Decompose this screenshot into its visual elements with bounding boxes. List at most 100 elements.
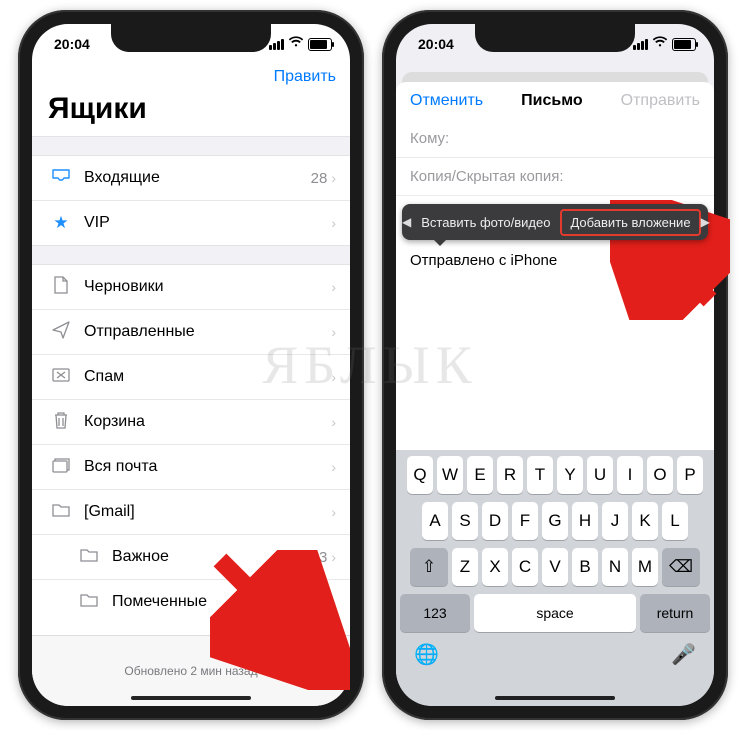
key-p[interactable]: P [677,456,703,494]
mailbox-group-primary: Входящие 28 › ★ VIP › [32,156,350,245]
row-important[interactable]: Важное 3 › [32,535,350,580]
row-drafts[interactable]: Черновики › [32,265,350,310]
spam-icon [48,367,74,387]
row-sent[interactable]: Отправленные › [32,310,350,355]
row-trash[interactable]: Корзина › [32,400,350,445]
row-label: Важное [102,548,319,566]
key-return[interactable]: return [640,594,710,632]
row-label: Спам [74,368,331,386]
notch [111,24,271,52]
tray-icon [48,168,74,188]
row-flagged[interactable]: Помеченные › [32,580,350,624]
menu-prev-icon[interactable]: ◀ [402,215,411,229]
key-o[interactable]: O [647,456,673,494]
key-u[interactable]: U [587,456,613,494]
key-m[interactable]: M [632,548,658,586]
home-indicator [131,696,251,700]
chevron-right-icon: › [331,170,336,186]
key-y[interactable]: Y [557,456,583,494]
row-label: Отправленные [74,323,331,341]
chevron-right-icon: › [331,459,336,475]
key-q[interactable]: Q [407,456,433,494]
edit-button[interactable]: Править [274,68,336,86]
key-shift[interactable]: ⇧ [410,548,448,586]
key-e[interactable]: E [467,456,493,494]
compose-sheet: Отменить Письмо Отправить Кому: Копия/Ск… [396,82,714,450]
row-label: Помеченные [102,593,331,611]
signature-text: Отправлено с iPhone [410,252,557,269]
status-icons [269,37,332,51]
send-icon [48,321,74,344]
row-label: Входящие [74,169,311,187]
wifi-icon [652,36,668,50]
allmail-icon [48,457,74,478]
mailbox-group-folders: Черновики › Отправленные › Спам › [32,265,350,624]
home-indicator [495,696,615,700]
key-backspace[interactable]: ⌫ [662,548,700,586]
key-b[interactable]: B [572,548,598,586]
status-icons [633,37,696,51]
key-i[interactable]: I [617,456,643,494]
key-f[interactable]: F [512,502,538,540]
chevron-right-icon: › [331,504,336,520]
wifi-icon [288,36,304,50]
key-t[interactable]: T [527,456,553,494]
chevron-right-icon: › [331,414,336,430]
key-123[interactable]: 123 [400,594,470,632]
menu-insert-photo[interactable]: Вставить фото/видео [411,215,560,230]
chevron-right-icon: › [331,324,336,340]
to-field[interactable]: Кому: [396,120,714,158]
key-w[interactable]: W [437,456,463,494]
key-j[interactable]: J [602,502,628,540]
chevron-right-icon: › [331,549,336,565]
nav-row: Править [32,64,350,86]
status-time: 20:04 [54,36,90,52]
row-gmail[interactable]: [Gmail] › [32,490,350,535]
battery-icon [308,38,332,51]
page-title: Ящики [32,86,350,136]
sheet-header: Отменить Письмо Отправить [396,82,714,120]
row-label: VIP [74,214,331,232]
mic-icon[interactable]: 🎤 [671,642,696,667]
key-n[interactable]: N [602,548,628,586]
row-label: Корзина [74,413,331,431]
globe-icon[interactable]: 🌐 [414,642,439,667]
folder-icon [48,502,74,522]
key-h[interactable]: H [572,502,598,540]
notch [475,24,635,52]
key-s[interactable]: S [452,502,478,540]
chevron-right-icon: › [331,279,336,295]
menu-add-attachment[interactable]: Добавить вложение [560,209,700,236]
menu-next-icon[interactable]: ▶ [701,215,710,229]
key-g[interactable]: G [542,502,568,540]
section-separator [32,136,350,156]
key-d[interactable]: D [482,502,508,540]
key-c[interactable]: C [512,548,538,586]
row-count: 28 [311,170,332,187]
chevron-right-icon: › [331,594,336,610]
key-x[interactable]: X [482,548,508,586]
row-spam[interactable]: Спам › [32,355,350,400]
signal-icon [269,39,284,50]
row-vip[interactable]: ★ VIP › [32,201,350,245]
folder-icon [76,547,102,567]
key-l[interactable]: L [662,502,688,540]
compose-button[interactable] [312,658,334,686]
row-allmail[interactable]: Вся почта › [32,445,350,490]
key-z[interactable]: Z [452,548,478,586]
doc-icon [48,276,74,299]
cancel-button[interactable]: Отменить [410,92,483,110]
key-r[interactable]: R [497,456,523,494]
trash-icon [48,411,74,434]
phone-frame-right: 20:04 Отменить Письмо Отправить Кому: К [382,10,728,720]
cc-field[interactable]: Копия/Скрытая копия: [396,158,714,196]
star-icon: ★ [48,213,74,233]
row-inbox[interactable]: Входящие 28 › [32,156,350,201]
key-v[interactable]: V [542,548,568,586]
key-space[interactable]: space [474,594,636,632]
key-k[interactable]: K [632,502,658,540]
phone-frame-left: 20:04 Править Ящики [18,10,364,720]
key-a[interactable]: A [422,502,448,540]
send-button[interactable]: Отправить [621,92,700,110]
update-status: Обновлено 2 мин назад [124,664,257,678]
